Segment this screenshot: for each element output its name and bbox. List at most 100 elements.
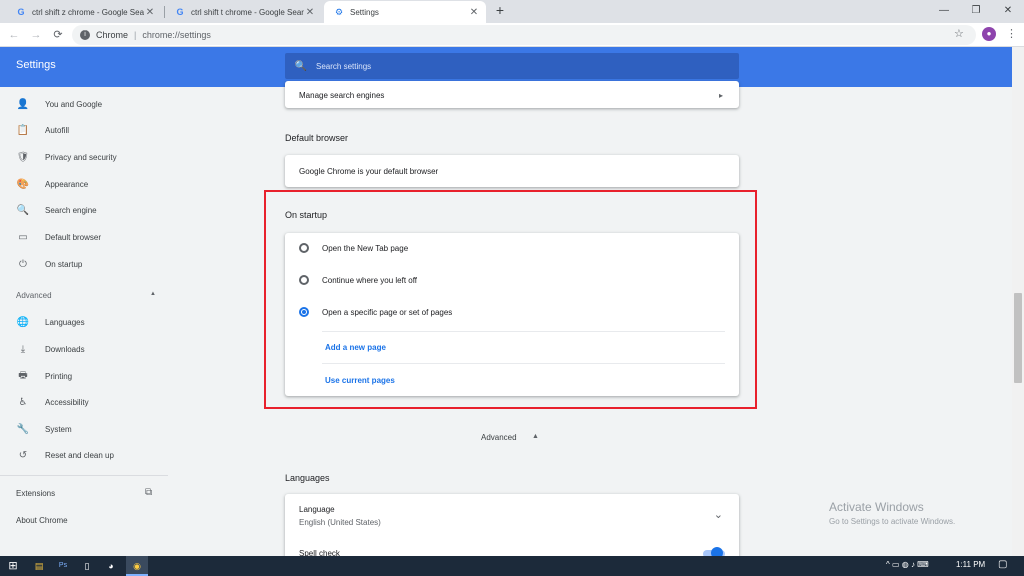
chevron-right-icon[interactable]: ▸ [719,91,723,100]
sidebar-item-label: Accessibility [45,397,89,407]
language-value: English (United States) [299,518,381,527]
sidebar-item-you-and-google[interactable]: 👤 You and Google [0,92,168,116]
search-engine-card: Manage search engines ▸ [285,81,739,108]
sidebar-item-appearance[interactable]: 🎨 Appearance [0,172,168,196]
app-icon[interactable]: ◕ [104,559,118,573]
address-separator: | [134,30,137,40]
close-window-button[interactable]: ✕ [992,0,1024,23]
tab-close-icon[interactable]: ✕ [304,7,316,18]
chevron-up-icon[interactable]: ▲ [532,433,539,440]
notification-icon[interactable]: ▢ [998,559,1007,570]
clipboard-icon: 📋 [16,124,30,136]
search-input[interactable] [316,56,739,76]
search-settings-box[interactable]: 🔍 [285,53,739,79]
address-bar[interactable]: i Chrome | chrome://settings [72,25,976,45]
activate-windows-watermark: Activate Windows Go to Settings to activ… [829,500,955,526]
sidebar-item-autofill[interactable]: 📋 Autofill [0,118,168,142]
default-browser-heading: Default browser [285,133,349,143]
notepad-icon[interactable]: ▯ [80,559,94,573]
sidebar-item-downloads[interactable]: ⤓ Downloads [0,337,168,361]
shield-icon: 🛡 [16,151,30,163]
sidebar-item-label: Languages [45,317,85,327]
sidebar-item-search-engine[interactable]: 🔍 Search engine [0,198,168,222]
default-browser-card: Google Chrome is your default browser [285,155,739,187]
use-current-pages-button[interactable]: Use current pages [325,376,395,385]
sidebar-item-extensions[interactable]: Extensions [16,489,55,498]
minimize-button[interactable]: — [928,0,960,23]
tab-ctrl-shift-z[interactable]: G ctrl shift z chrome - Google Searc ✕ [6,1,162,23]
chrome-taskbar-icon[interactable]: ◉ [130,559,144,573]
scrollbar[interactable] [1012,47,1024,556]
radio-label-continue[interactable]: Continue where you left off [322,276,417,285]
tab-settings[interactable]: ⚙ Settings ✕ [324,1,486,23]
file-explorer-icon[interactable]: ▤ [32,559,46,573]
chrome-site-icon: i [80,30,90,40]
gear-icon: ⚙ [334,7,344,17]
sidebar-item-label: Printing [45,371,73,381]
tab-close-icon[interactable]: ✕ [468,7,480,18]
back-button[interactable]: ← [6,27,22,43]
sidebar-item-on-startup[interactable]: ⏻ On startup [0,252,168,276]
windows-taskbar: ⊞ ▤ Ps ▯ ◕ ◉ ^ ▭ ◍ ♪ ⌨ 1:11 PM ▢ [0,556,1024,576]
scrollbar-thumb[interactable] [1014,293,1022,383]
sidebar-item-default-browser[interactable]: ▭ Default browser [0,225,168,249]
on-startup-heading: On startup [285,210,328,220]
chrome-window: G ctrl shift z chrome - Google Searc ✕ G… [0,0,1024,576]
person-icon: 👤 [16,98,30,110]
tab-title: ctrl shift t chrome - Google Searc [191,7,304,17]
sidebar-item-reset[interactable]: ↺ Reset and clean up [0,443,168,467]
open-in-new-icon[interactable]: ⧉ [145,487,152,498]
power-icon: ⏻ [19,258,27,270]
tab-title: ctrl shift z chrome - Google Searc [32,7,144,17]
sidebar-item-label: Default browser [45,232,102,242]
search-icon: 🔍 [294,60,308,72]
sidebar-item-accessibility[interactable]: ♿ Accessibility [0,390,168,414]
profile-avatar[interactable]: ● [982,27,996,41]
radio-specific-pages[interactable] [299,307,309,317]
maximize-button[interactable]: ❐ [960,0,992,23]
sidebar-item-printing[interactable]: 🖶 Printing [0,364,168,388]
browser-toolbar: ← → ⟳ i Chrome | chrome://settings [0,23,1024,47]
windows-start-icon[interactable]: ⊞ [6,559,20,573]
sidebar-item-label: You and Google [45,99,103,109]
languages-card: Language English (United States) ⌄ Spell… [285,494,739,564]
chevron-down-icon[interactable]: ⌄ [714,508,723,521]
chrome-menu-icon[interactable]: ⋮ [1006,27,1017,40]
google-favicon-icon: G [17,7,25,17]
sidebar-item-label: Search engine [45,205,97,215]
advanced-toggle-button[interactable]: Advanced [481,433,517,442]
settings-main: Manage search engines ▸ Default browser … [168,81,1012,564]
radio-continue[interactable] [299,275,309,285]
page-title: Settings [16,59,56,71]
tab-ctrl-shift-t[interactable]: G ctrl shift t chrome - Google Searc ✕ [165,1,322,23]
sidebar-item-label: Appearance [45,179,89,189]
sidebar-item-label: System [45,424,72,434]
radio-new-tab[interactable] [299,243,309,253]
language-label: Language [299,505,335,514]
url-text: chrome://settings [142,30,211,40]
bookmark-star-icon[interactable]: ☆ [954,27,964,40]
system-tray-icons[interactable]: ^ ▭ ◍ ♪ ⌨ [886,560,929,569]
watermark-subtitle: Go to Settings to activate Windows. [829,517,956,526]
forward-button[interactable]: → [28,27,44,43]
sidebar-item-privacy[interactable]: 🛡 Privacy and security [0,145,168,169]
sidebar-item-about-chrome[interactable]: About Chrome [16,516,68,525]
manage-search-engines-link[interactable]: Manage search engines [299,91,384,100]
sidebar-item-system[interactable]: 🔧 System [0,417,168,441]
add-new-page-button[interactable]: Add a new page [325,343,386,352]
browser-icon: ▭ [18,231,28,243]
radio-label-specific-pages[interactable]: Open a specific page or set of pages [322,308,452,317]
sidebar-item-languages[interactable]: 🌐 Languages [0,310,168,334]
reload-button[interactable]: ⟳ [50,27,66,43]
new-tab-button[interactable]: + [492,3,508,19]
divider [322,331,725,332]
tab-title: Settings [350,7,379,17]
restore-icon: ↺ [18,449,28,461]
tab-close-icon[interactable]: ✕ [144,7,156,18]
photoshop-icon[interactable]: Ps [56,559,70,573]
divider [322,363,725,364]
clock[interactable]: 1:11 PM [956,560,985,569]
sidebar-item-label: On startup [45,259,83,269]
sidebar-advanced-toggle[interactable]: Advanced ▲ [16,291,156,300]
radio-label-new-tab[interactable]: Open the New Tab page [322,244,408,253]
